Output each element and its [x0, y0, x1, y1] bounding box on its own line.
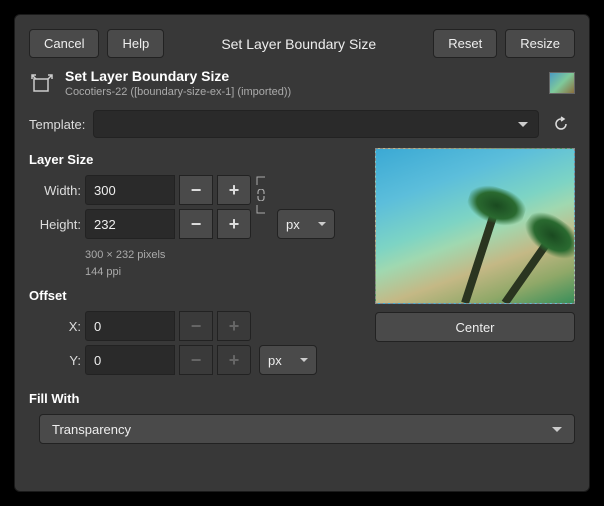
ppi-text: 144 ppi — [85, 264, 361, 281]
dialog-title: Set Layer Boundary Size — [172, 36, 425, 52]
width-input[interactable] — [85, 175, 175, 205]
fill-with-dropdown[interactable]: Transparency — [39, 414, 575, 444]
height-label: Height: — [29, 217, 81, 232]
fill-with-heading: Fill With — [29, 391, 575, 406]
height-increment-button[interactable]: + — [217, 209, 251, 239]
pixel-dimensions-text: 300 × 232 pixels — [85, 247, 361, 264]
offset-x-label: X: — [29, 319, 81, 334]
chevron-down-icon — [518, 122, 528, 127]
size-unit-dropdown[interactable]: px — [277, 209, 335, 239]
chain-link-toggle[interactable] — [251, 175, 271, 215]
offset-unit-dropdown[interactable]: px — [259, 345, 317, 375]
offset-unit-value: px — [268, 353, 282, 368]
offset-y-decrement-button[interactable]: − — [179, 345, 213, 375]
offset-y-increment-button[interactable]: + — [217, 345, 251, 375]
chain-unlinked-icon — [255, 189, 267, 201]
chevron-down-icon — [300, 358, 308, 362]
fill-with-value: Transparency — [52, 422, 131, 437]
center-button[interactable]: Center — [375, 312, 575, 342]
reset-button[interactable]: Reset — [433, 29, 497, 58]
page-subtitle: Cocotiers-22 ([boundary-size-ex-1] (impo… — [65, 86, 539, 98]
layer-thumbnail — [549, 72, 575, 94]
height-input[interactable] — [85, 209, 175, 239]
template-label: Template: — [29, 117, 85, 132]
corner-top-icon — [255, 175, 267, 187]
chevron-down-icon — [552, 427, 562, 432]
corner-bottom-icon — [255, 203, 267, 215]
layer-preview[interactable] — [375, 148, 575, 304]
offset-y-input[interactable] — [85, 345, 175, 375]
layer-size-heading: Layer Size — [29, 152, 361, 167]
resize-layer-icon — [29, 70, 55, 96]
template-dropdown[interactable] — [93, 110, 539, 138]
chevron-down-icon — [318, 222, 326, 226]
help-button[interactable]: Help — [107, 29, 164, 58]
width-label: Width: — [29, 183, 81, 198]
offset-x-increment-button[interactable]: + — [217, 311, 251, 341]
offset-y-label: Y: — [29, 353, 81, 368]
template-reset-button[interactable] — [547, 110, 575, 138]
height-decrement-button[interactable]: − — [179, 209, 213, 239]
header-row: Set Layer Boundary Size Cocotiers-22 ([b… — [29, 68, 575, 98]
offset-x-decrement-button[interactable]: − — [179, 311, 213, 341]
page-title: Set Layer Boundary Size — [65, 68, 539, 84]
width-decrement-button[interactable]: − — [179, 175, 213, 205]
resize-button[interactable]: Resize — [505, 29, 575, 58]
width-increment-button[interactable]: + — [217, 175, 251, 205]
cancel-button[interactable]: Cancel — [29, 29, 99, 58]
offset-x-input[interactable] — [85, 311, 175, 341]
dialog-window: Cancel Help Set Layer Boundary Size Rese… — [14, 14, 590, 492]
offset-heading: Offset — [29, 288, 361, 303]
titlebar: Cancel Help Set Layer Boundary Size Rese… — [15, 15, 589, 68]
size-unit-value: px — [286, 217, 300, 232]
